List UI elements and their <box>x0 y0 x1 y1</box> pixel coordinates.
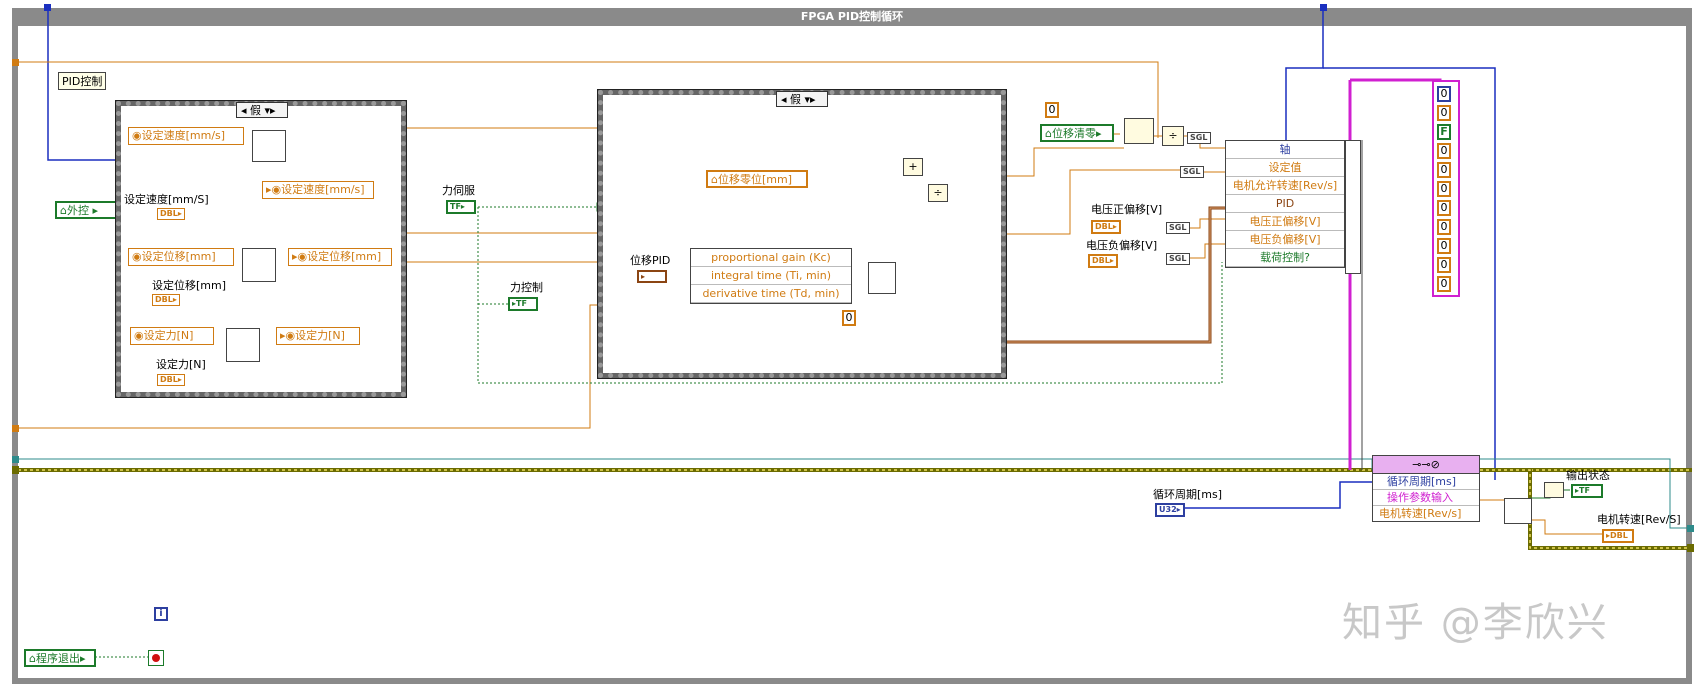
array-element: 0 <box>1437 162 1451 178</box>
voltage-neg-label: 电压负偏移[V] <box>1086 239 1158 252</box>
watermark: 知乎 @李欣兴 <box>1342 600 1609 646</box>
voltage-neg-terminal[interactable]: DBL▸ <box>1088 254 1118 268</box>
position-pid-terminal[interactable]: ▸ <box>637 270 667 283</box>
speed-input-label: 设定速度[mm/s] <box>141 129 226 142</box>
array-element: 0 <box>1437 143 1451 159</box>
invoke-operation-params: 操作参数输入 <box>1373 490 1479 506</box>
voltage-pos-label: 电压正偏移[V] <box>1091 203 1163 216</box>
bundle-load-control: 载荷控制? <box>1226 249 1344 267</box>
exit-program-label: 程序退出 <box>35 652 80 665</box>
pid-gain-td: derivative time (Td, min) <box>691 285 851 303</box>
case2-selector-value: 假 <box>790 93 802 106</box>
invoke-node: ⊸⊸⊘ 循环周期[ms] 操作参数输入 电机转速[Rev/s] <box>1372 455 1480 522</box>
bundle-by-name-node <box>868 262 896 294</box>
iteration-terminal: i <box>154 607 168 621</box>
force-control-label: 力控制 <box>510 281 543 294</box>
invoke-node-header: ⊸⊸⊘ <box>1373 456 1479 474</box>
output-array-values: 0 0 F 0 0 0 0 0 0 0 0 <box>1437 86 1453 295</box>
compare-node <box>1544 482 1564 498</box>
force-input-local[interactable]: ◉设定力[N] <box>130 327 214 345</box>
speed-output-local[interactable]: ▸◉设定速度[mm/s] <box>262 181 374 199</box>
unbundle-node <box>1504 498 1532 524</box>
pid-gain-ti: integral time (Ti, min) <box>691 267 851 285</box>
case1-selector-value: 假 <box>250 104 262 117</box>
stop-condition-terminal[interactable] <box>148 650 164 666</box>
select-node <box>1124 118 1154 144</box>
case-structure-2 <box>597 89 1007 379</box>
array-element: 0 <box>1437 86 1451 102</box>
array-element: 0 <box>1437 257 1451 273</box>
speed-dbl-terminal[interactable]: DBL▸ <box>157 208 185 220</box>
invoke-motor-speed: 电机转速[Rev/s] <box>1379 507 1462 520</box>
zero-constant[interactable]: 0 <box>842 310 856 326</box>
bundle-axis: 轴 <box>1226 141 1344 159</box>
divide-node: ÷ <box>928 184 948 202</box>
loop-period-label: 循环周期[ms] <box>1153 488 1223 501</box>
position-output-local[interactable]: ▸◉设定位移[mm] <box>288 248 392 266</box>
set-speed-label: 设定速度[mm/S] <box>124 193 209 206</box>
sgl-convert-1: SGL <box>1187 132 1211 144</box>
external-control-label: 外控 <box>66 204 89 217</box>
position-input-label: 设定位移[mm] <box>141 250 216 263</box>
set-position-label: 设定位移[mm] <box>152 279 227 292</box>
position-clear-label: 位移清零 <box>1051 127 1096 140</box>
force-output-label: 设定力[N] <box>295 329 345 342</box>
bundle-voltage-pos: 电压正偏移[V] <box>1226 213 1344 231</box>
position-zero-local[interactable]: ⌂位移零位[mm] <box>706 170 808 188</box>
position-pid-label: 位移PID <box>630 254 671 267</box>
case1-selector[interactable]: ◂ 假 ▾▸ <box>236 102 288 118</box>
case2-selector[interactable]: ◂ 假 ▾▸ <box>776 91 828 107</box>
bundle-voltage-neg: 电压负偏移[V] <box>1226 231 1344 249</box>
loop-period-terminal[interactable]: U32▸ <box>1155 503 1185 517</box>
position-select-node <box>242 248 276 282</box>
exit-program-control[interactable]: ⌂程序退出▸ <box>24 649 96 667</box>
bundle-node-handle <box>1345 140 1361 274</box>
speed-output-label: 设定速度[mm/s] <box>281 183 365 196</box>
array-element: 0 <box>1437 200 1451 216</box>
zero-constant-2[interactable]: 0 <box>1045 102 1059 118</box>
array-element: 0 <box>1437 105 1451 121</box>
array-element: F <box>1437 124 1451 140</box>
array-element: 0 <box>1437 276 1451 292</box>
set-force-label: 设定力[N] <box>156 358 206 371</box>
add-node: + <box>903 158 923 176</box>
speed-input-local[interactable]: ◉设定速度[mm/s] <box>128 127 244 145</box>
position-dbl-terminal[interactable]: DBL▸ <box>152 294 180 306</box>
bundle-motor-speed: 电机允许转速[Rev/s] <box>1226 177 1344 195</box>
stop-icon <box>152 654 160 662</box>
array-element: 0 <box>1437 238 1451 254</box>
force-servo-terminal[interactable]: TF▸ <box>446 200 476 214</box>
pid-gains-cluster: proportional gain (Kc) integral time (Ti… <box>690 248 852 304</box>
force-output-local[interactable]: ▸◉设定力[N] <box>276 327 360 345</box>
voltage-pos-terminal[interactable]: DBL▸ <box>1091 220 1121 234</box>
output-state-terminal[interactable]: ▸TF <box>1571 484 1603 498</box>
parameters-bundle: 轴 设定值 电机允许转速[Rev/s] PID 电压正偏移[V] 电压负偏移[V… <box>1225 140 1345 268</box>
array-element: 0 <box>1437 181 1451 197</box>
force-input-label: 设定力[N] <box>143 329 194 342</box>
bundle-setpoint: 设定值 <box>1226 159 1344 177</box>
output-state-label: 输出状态 <box>1566 469 1610 482</box>
position-input-local[interactable]: ◉设定位移[mm] <box>128 248 234 266</box>
motor-speed-terminal[interactable]: ▸DBL <box>1602 529 1634 543</box>
speed-select-node <box>252 130 286 162</box>
divide-node-2: ÷ <box>1162 126 1184 146</box>
position-output-label: 设定位移[mm] <box>307 250 382 263</box>
force-control-terminal[interactable]: ▸TF <box>508 297 538 311</box>
force-servo-label: 力伺服 <box>442 184 475 197</box>
pid-control-label: PID控制 <box>58 72 107 90</box>
motor-speed-label: 电机转速[Rev/S] <box>1597 513 1681 526</box>
sgl-convert-3: SGL <box>1166 222 1190 234</box>
sgl-convert-4: SGL <box>1166 253 1190 265</box>
pid-gain-kc: proportional gain (Kc) <box>691 249 851 267</box>
position-zero-label: 位移零位[mm] <box>717 173 792 186</box>
array-element: 0 <box>1437 219 1451 235</box>
sgl-convert-2: SGL <box>1180 166 1204 178</box>
force-select-node <box>226 328 260 362</box>
position-clear-local[interactable]: ⌂位移清零▸ <box>1040 124 1114 142</box>
invoke-loop-period: 循环周期[ms] <box>1373 474 1479 490</box>
external-control[interactable]: ⌂外控 ▸ <box>55 201 119 219</box>
force-dbl-terminal[interactable]: DBL▸ <box>157 374 185 386</box>
bundle-pid: PID <box>1226 195 1344 213</box>
